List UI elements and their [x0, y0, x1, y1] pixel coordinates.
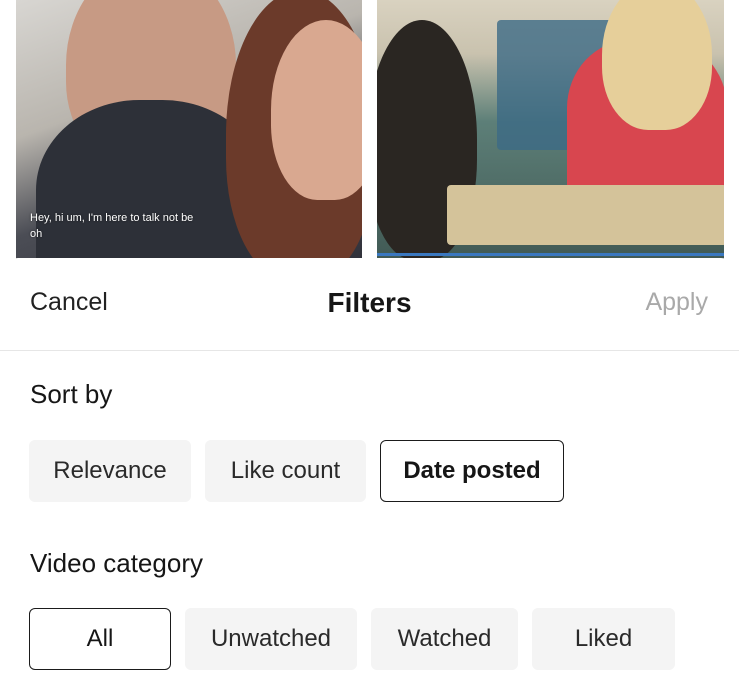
video-category-title: Video category: [30, 548, 203, 578]
sort-by-title: Sort by: [30, 379, 113, 409]
sheet-header: Cancel Filters Apply: [0, 258, 739, 351]
category-unwatched-chip[interactable]: Unwatched: [185, 608, 357, 670]
thumbnail-divider: [377, 253, 724, 256]
filters-sheet: Cancel Filters Apply Sort by Relevance L…: [0, 258, 739, 678]
blonde-hair-shape: [602, 0, 712, 130]
category-all-chip[interactable]: All: [29, 608, 171, 670]
video-results-grid: Hey, hi um, I'm here to talk not be oh: [0, 0, 739, 290]
sort-date-posted-chip[interactable]: Date posted: [380, 440, 564, 502]
sort-by-options: Relevance Like count Date posted: [29, 440, 564, 502]
video-category-options: All Unwatched Watched Liked: [29, 608, 675, 670]
video-caption: Hey, hi um, I'm here to talk not be oh: [30, 212, 194, 240]
sort-relevance-chip[interactable]: Relevance: [29, 440, 191, 502]
sheet-title: Filters: [327, 287, 412, 318]
video-thumbnail-right[interactable]: [377, 0, 724, 270]
category-liked-chip[interactable]: Liked: [532, 608, 675, 670]
category-watched-chip[interactable]: Watched: [371, 608, 518, 670]
apply-button[interactable]: Apply: [645, 288, 708, 317]
table-shape: [447, 185, 724, 245]
video-thumbnail-left[interactable]: Hey, hi um, I'm here to talk not be oh: [16, 0, 362, 270]
sort-like-count-chip[interactable]: Like count: [205, 440, 366, 502]
